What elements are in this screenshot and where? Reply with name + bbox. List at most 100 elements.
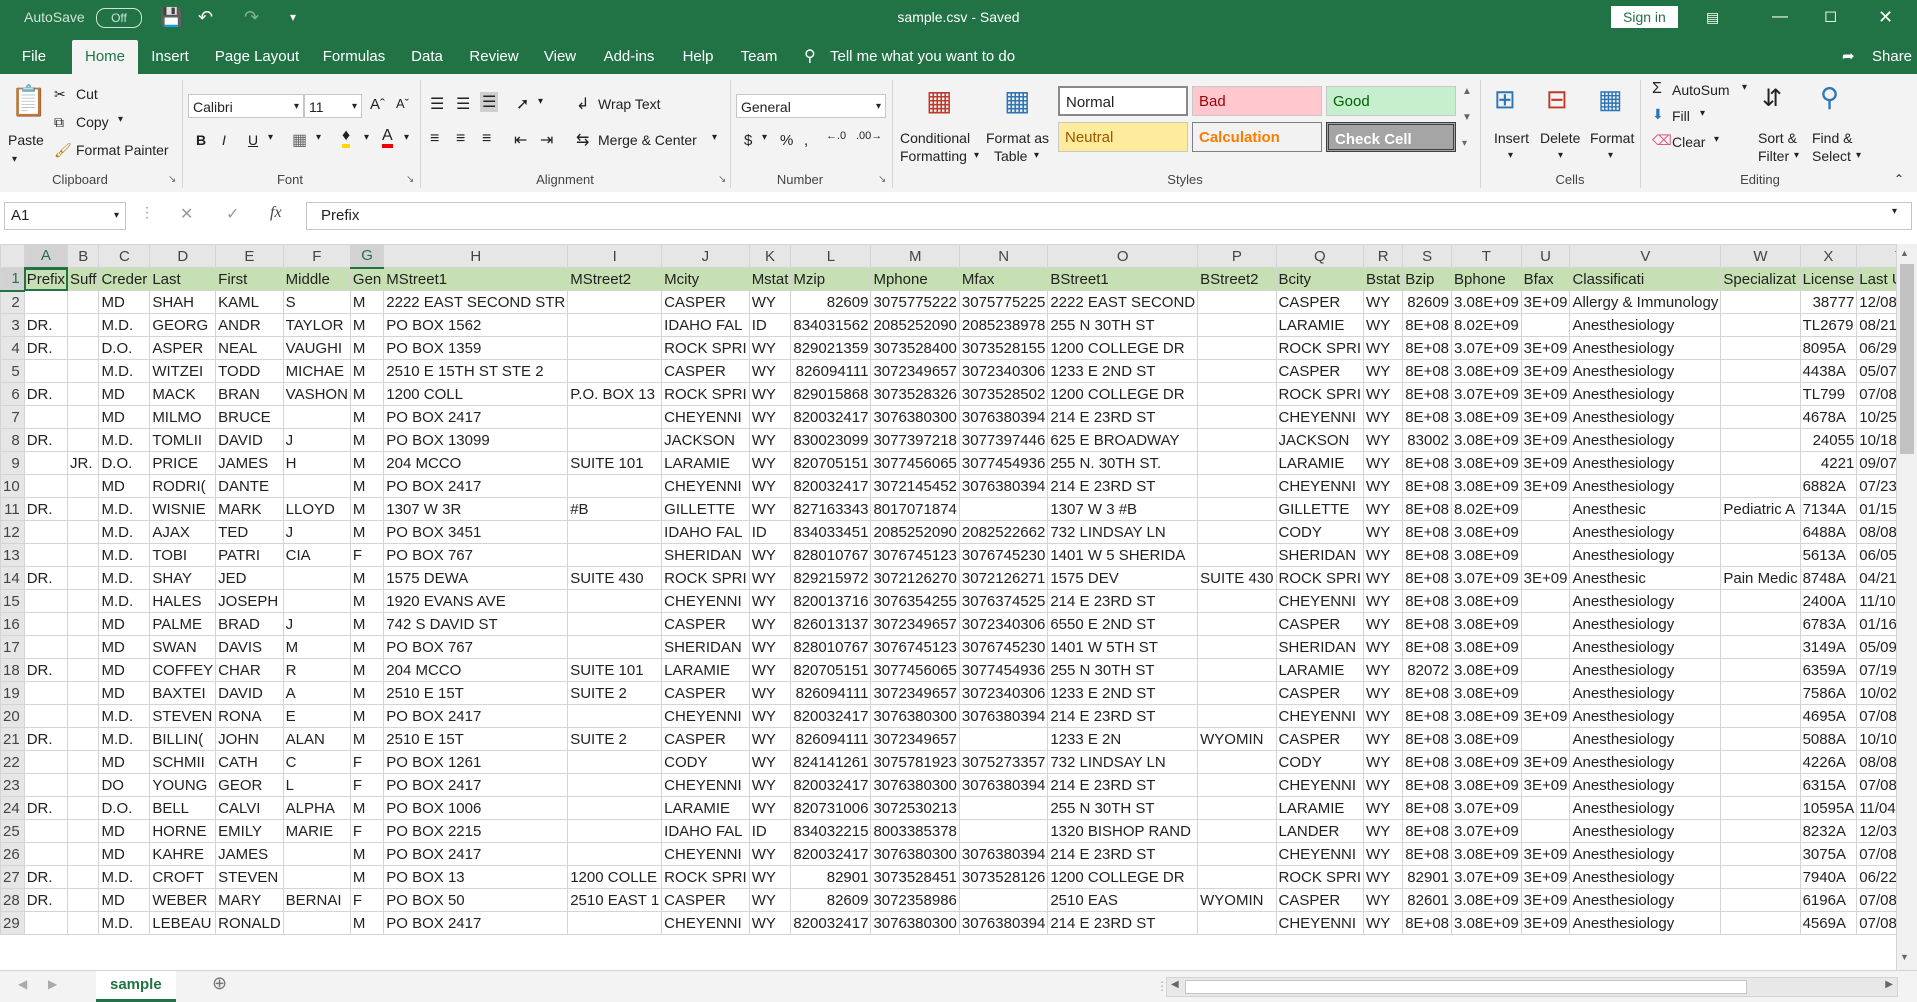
cell[interactable]: 08/21/2014 bbox=[1856, 313, 1896, 337]
cell[interactable]: BStreet2 bbox=[1197, 267, 1277, 291]
cell[interactable]: WY bbox=[1363, 750, 1404, 774]
new-sheet-icon[interactable]: ⊕ bbox=[212, 973, 227, 994]
cell[interactable]: PO BOX 50 bbox=[383, 888, 569, 912]
cell[interactable]: WY bbox=[748, 681, 792, 705]
cell[interactable]: JACKSON bbox=[1275, 428, 1365, 452]
cell[interactable]: WY bbox=[1363, 727, 1404, 751]
cell[interactable]: WITZEI bbox=[149, 359, 217, 383]
cell[interactable]: LARAMIE bbox=[1275, 796, 1365, 820]
cell[interactable] bbox=[67, 773, 100, 797]
cell[interactable]: 820705151 bbox=[790, 451, 872, 475]
cell[interactable]: 1200 COLLEGE DR bbox=[1047, 336, 1199, 360]
cell[interactable]: 3076380300 bbox=[870, 773, 960, 797]
cell[interactable]: CHAR bbox=[215, 658, 284, 682]
cell[interactable]: 09/07/2010 bbox=[1856, 451, 1896, 475]
cell[interactable]: Last bbox=[149, 267, 217, 291]
cell[interactable]: WY bbox=[1363, 796, 1404, 820]
column-header[interactable]: G bbox=[349, 244, 385, 269]
cell[interactable]: 2085238978 bbox=[958, 313, 1049, 337]
cell[interactable]: 8E+08 bbox=[1402, 750, 1453, 774]
cell[interactable]: CHEYENNI bbox=[661, 704, 750, 728]
cell[interactable]: 2222 EAST SECOND STR bbox=[383, 290, 569, 314]
cell[interactable]: 834031562 bbox=[790, 313, 872, 337]
row-header[interactable]: 17 bbox=[0, 635, 25, 659]
cancel-edit-icon[interactable]: ✕ bbox=[180, 204, 193, 224]
cell[interactable]: IDAHO FAL bbox=[661, 313, 750, 337]
cell[interactable] bbox=[1720, 405, 1801, 429]
cell[interactable]: 3072530213 bbox=[870, 796, 960, 820]
cell[interactable]: 3E+09 bbox=[1520, 359, 1571, 383]
bottom-align-icon[interactable]: ☰ bbox=[480, 92, 499, 112]
cell[interactable] bbox=[1520, 727, 1571, 751]
cell[interactable]: WY bbox=[748, 451, 792, 475]
cell[interactable]: DR. bbox=[23, 336, 69, 360]
cell[interactable]: WY bbox=[748, 428, 792, 452]
cell[interactable] bbox=[567, 773, 663, 797]
cell[interactable]: Middle bbox=[282, 267, 351, 291]
cell[interactable]: 3.07E+09 bbox=[1451, 865, 1522, 889]
cell[interactable]: 5613A bbox=[1799, 543, 1858, 567]
row-header[interactable]: 10 bbox=[0, 474, 25, 498]
cell[interactable]: 3.08E+09 bbox=[1451, 589, 1522, 613]
cell[interactable] bbox=[67, 704, 100, 728]
cell[interactable]: WY bbox=[1363, 704, 1404, 728]
cell[interactable]: 3E+09 bbox=[1520, 451, 1571, 475]
cell[interactable]: 3072126271 bbox=[958, 566, 1049, 590]
cell[interactable]: 3.08E+09 bbox=[1451, 727, 1522, 751]
cell[interactable]: 8E+08 bbox=[1402, 911, 1453, 935]
cell[interactable]: Anesthesiology bbox=[1569, 658, 1722, 682]
cell[interactable] bbox=[1720, 773, 1801, 797]
close-icon[interactable]: ✕ bbox=[1878, 0, 1893, 34]
cell[interactable]: IDAHO FAL bbox=[661, 819, 750, 843]
redo-icon[interactable]: ↷ bbox=[244, 0, 259, 34]
cell[interactable]: MD bbox=[98, 635, 151, 659]
cell[interactable]: 2510 E 15T bbox=[383, 681, 569, 705]
cell[interactable]: 3076380300 bbox=[870, 911, 960, 935]
cell[interactable]: SHAH bbox=[149, 290, 217, 314]
cell[interactable] bbox=[1720, 819, 1801, 843]
cell[interactable]: WY bbox=[748, 888, 792, 912]
cell[interactable]: Anesthesiology bbox=[1569, 474, 1722, 498]
cell[interactable]: 829021359 bbox=[790, 336, 872, 360]
row-header[interactable]: 26 bbox=[0, 842, 25, 866]
cell[interactable]: 8E+08 bbox=[1402, 520, 1453, 544]
column-header[interactable]: S bbox=[1402, 244, 1453, 268]
cell[interactable]: MD bbox=[98, 382, 151, 406]
cell[interactable]: 1200 COLL bbox=[383, 382, 569, 406]
cell[interactable]: DAVID bbox=[215, 681, 284, 705]
cell[interactable] bbox=[282, 842, 351, 866]
autosave-toggle[interactable]: Off bbox=[96, 8, 142, 28]
cell[interactable]: M.D. bbox=[98, 727, 151, 751]
cell[interactable] bbox=[567, 336, 663, 360]
cell[interactable]: ROCK SPRI bbox=[1275, 865, 1365, 889]
sort-filter-label-2[interactable]: Filter bbox=[1758, 148, 1789, 164]
cell[interactable]: 3E+09 bbox=[1520, 842, 1571, 866]
cell[interactable] bbox=[958, 796, 1049, 820]
cell[interactable]: 3073528502 bbox=[958, 382, 1049, 406]
cell[interactable]: DR. bbox=[23, 566, 69, 590]
cell[interactable]: 12/08/2010 bbox=[1856, 290, 1896, 314]
cell[interactable] bbox=[1197, 313, 1277, 337]
cell[interactable]: WY bbox=[748, 382, 792, 406]
cell[interactable]: H bbox=[282, 451, 351, 475]
cell[interactable] bbox=[1720, 451, 1801, 475]
cell[interactable]: 2510 E 15T bbox=[383, 727, 569, 751]
cell[interactable]: 3076745230 bbox=[958, 635, 1049, 659]
cell[interactable]: 1233 E 2ND ST bbox=[1047, 681, 1199, 705]
cell[interactable]: 824141261 bbox=[790, 750, 872, 774]
cell[interactable]: WY bbox=[748, 842, 792, 866]
percent-icon[interactable]: % bbox=[780, 132, 793, 149]
cell[interactable]: SUITE 430 bbox=[1197, 566, 1277, 590]
cell[interactable]: 3073528126 bbox=[958, 865, 1049, 889]
wrap-text-button[interactable]: Wrap Text bbox=[598, 96, 661, 112]
cell[interactable]: DR. bbox=[23, 865, 69, 889]
find-select-dropdown-icon[interactable]: ▾ bbox=[1856, 150, 1861, 161]
cell[interactable] bbox=[67, 819, 100, 843]
cell[interactable]: RONALD bbox=[215, 911, 284, 935]
cell[interactable]: 3.08E+09 bbox=[1451, 359, 1522, 383]
cell[interactable] bbox=[567, 704, 663, 728]
cell[interactable]: M bbox=[349, 796, 385, 820]
cell[interactable]: 3075781923 bbox=[870, 750, 960, 774]
cell[interactable]: 7134A bbox=[1799, 497, 1858, 521]
cell[interactable]: JED bbox=[215, 566, 284, 590]
